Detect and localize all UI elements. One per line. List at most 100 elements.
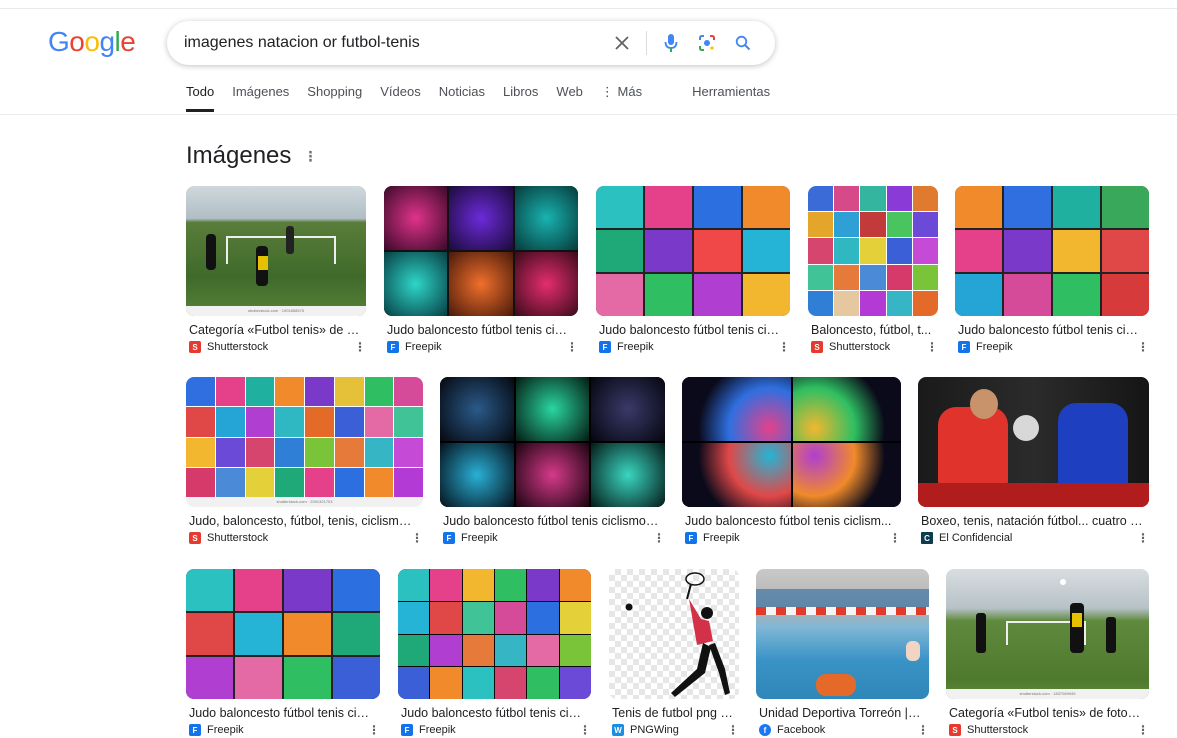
- shutterstock-icon: S: [189, 341, 201, 353]
- image-thumbnail[interactable]: [955, 186, 1149, 316]
- close-icon[interactable]: [610, 31, 634, 55]
- tab-libros[interactable]: Libros: [503, 84, 538, 109]
- image-result[interactable]: Boxeo, tenis, natación fútbol... cuatro …: [918, 377, 1149, 545]
- google-logo[interactable]: Google: [48, 26, 136, 58]
- freepik-icon: F: [958, 341, 970, 353]
- image-source: Freepik: [405, 341, 442, 353]
- freepik-icon: F: [599, 341, 611, 353]
- image-result[interactable]: shutterstock.com · 1837089949 Categoría …: [946, 569, 1149, 737]
- image-result[interactable]: Judo baloncesto fútbol tenis ciclismo ..…: [440, 377, 665, 545]
- search-box[interactable]: imagenes natacion or futbol-tenis: [167, 21, 775, 65]
- elconfidencial-icon: C: [921, 532, 933, 544]
- image-caption: Judo baloncesto fútbol tenis cicl...: [958, 323, 1145, 337]
- image-result[interactable]: shutterstock.com · 2091321703 Judo, balo…: [186, 377, 423, 545]
- shutterstock-icon: S: [949, 724, 961, 736]
- image-caption: Unidad Deportiva Torreón | T...: [759, 706, 928, 720]
- player-figure: [1070, 603, 1084, 653]
- search-tabs: Todo Imágenes Shopping Vídeos Noticias L…: [186, 84, 788, 116]
- boxer-blue: [1058, 403, 1128, 493]
- image-thumbnail[interactable]: shutterstock.com · 2091321703: [186, 377, 423, 507]
- tab-videos[interactable]: Vídeos: [380, 84, 420, 109]
- more-options-icon[interactable]: ⋮: [579, 723, 591, 737]
- tab-web[interactable]: Web: [556, 84, 583, 109]
- tab-herramientas[interactable]: Herramientas: [692, 84, 770, 109]
- more-options-icon[interactable]: ⋮: [917, 723, 929, 737]
- image-thumbnail[interactable]: [918, 377, 1149, 507]
- image-result[interactable]: Judo baloncesto fútbol tenis cicl... F Fr…: [384, 186, 578, 354]
- lane-rope: [756, 607, 929, 615]
- image-result[interactable]: Baloncesto, fútbol, t... S Shutterstock ⋮: [808, 186, 938, 354]
- more-options-icon[interactable]: ⋮: [778, 340, 790, 354]
- more-options-icon[interactable]: ⋮: [889, 531, 901, 545]
- image-result[interactable]: Judo baloncesto fútbol tenis cicl... F Fr…: [186, 569, 380, 737]
- watermark: shutterstock.com · 1901858575: [186, 306, 366, 316]
- image-result[interactable]: Judo baloncesto fútbol tenis ciclism... …: [682, 377, 901, 545]
- logo-letter: o: [84, 26, 100, 57]
- image-thumbnail[interactable]: shutterstock.com · 1901858575: [186, 186, 366, 316]
- logo-letter: g: [99, 26, 115, 57]
- tab-imagenes[interactable]: Imágenes: [232, 84, 289, 109]
- player-figure: [206, 234, 216, 270]
- image-source: Freepik: [461, 532, 498, 544]
- image-thumbnail[interactable]: [596, 186, 790, 316]
- image-caption: Categoría «Futbol tenis» de f...: [189, 323, 361, 337]
- image-caption: Judo baloncesto fútbol tenis ciclism...: [685, 514, 892, 528]
- freepik-icon: F: [189, 724, 201, 736]
- more-options-icon[interactable]: ⋮: [303, 148, 317, 165]
- freepik-icon: F: [401, 724, 413, 736]
- tab-noticias[interactable]: Noticias: [439, 84, 485, 109]
- freepik-icon: F: [685, 532, 697, 544]
- freepik-icon: F: [443, 532, 455, 544]
- top-divider: [0, 8, 1177, 9]
- more-options-icon[interactable]: ⋮: [411, 531, 423, 545]
- image-result[interactable]: Judo baloncesto fútbol tenis cicl... F Fr…: [596, 186, 790, 354]
- more-options-icon[interactable]: ⋮: [566, 340, 578, 354]
- image-caption: Judo baloncesto fútbol tenis cicl...: [599, 323, 786, 337]
- tab-mas[interactable]: ⋮ Más: [601, 84, 642, 110]
- boxer-red: [938, 407, 1008, 487]
- image-thumbnail[interactable]: [440, 377, 665, 507]
- image-caption: Judo baloncesto fútbol tenis cicl...: [189, 706, 376, 720]
- image-thumbnail[interactable]: [808, 186, 938, 316]
- shutterstock-icon: S: [189, 532, 201, 544]
- search-input[interactable]: imagenes natacion or futbol-tenis: [184, 34, 610, 52]
- net-shape: [226, 236, 336, 264]
- lens-icon[interactable]: [695, 31, 719, 55]
- pngwing-icon: W: [612, 724, 624, 736]
- image-caption: Tenis de futbol png i...: [612, 706, 734, 720]
- freepik-icon: F: [387, 341, 399, 353]
- image-thumbnail[interactable]: [384, 186, 578, 316]
- more-options-icon[interactable]: ⋮: [727, 723, 739, 737]
- image-result[interactable]: Judo baloncesto fútbol tenis cicl... F Fr…: [955, 186, 1149, 354]
- image-thumbnail[interactable]: [756, 569, 929, 699]
- image-result[interactable]: shutterstock.com · 1901858575 Categoría …: [186, 186, 366, 354]
- watermark: shutterstock.com · 2091321703: [186, 497, 423, 507]
- more-options-icon[interactable]: ⋮: [368, 723, 380, 737]
- image-caption: Categoría «Futbol tenis» de fotos ...: [949, 706, 1148, 720]
- more-options-icon[interactable]: ⋮: [1137, 531, 1149, 545]
- more-options-icon[interactable]: ⋮: [653, 531, 665, 545]
- search-icon[interactable]: [731, 31, 755, 55]
- image-source: Freepik: [703, 532, 740, 544]
- image-thumbnail[interactable]: shutterstock.com · 1837089949: [946, 569, 1149, 699]
- image-result[interactable]: Tenis de futbol png i... W PNGWing ⋮: [609, 569, 739, 737]
- image-thumbnail[interactable]: [186, 569, 380, 699]
- more-options-icon[interactable]: ⋮: [926, 340, 938, 354]
- image-result[interactable]: Judo baloncesto fútbol tenis cic... F Fre…: [398, 569, 591, 737]
- image-source: Shutterstock: [207, 532, 269, 544]
- image-thumbnail[interactable]: [609, 569, 739, 699]
- image-thumbnail[interactable]: [682, 377, 901, 507]
- tab-shopping[interactable]: Shopping: [307, 84, 362, 109]
- logo-letter: e: [120, 26, 136, 57]
- image-source: Shutterstock: [207, 341, 269, 353]
- swimmer: [906, 641, 920, 661]
- shutterstock-icon: S: [811, 341, 823, 353]
- tab-todo[interactable]: Todo: [186, 84, 215, 112]
- image-thumbnail[interactable]: [398, 569, 591, 699]
- image-caption: Judo baloncesto fútbol tenis ciclismo ..…: [443, 514, 660, 528]
- image-result[interactable]: Unidad Deportiva Torreón | T... f Faceboo…: [756, 569, 929, 737]
- mic-icon[interactable]: [659, 31, 683, 55]
- more-options-icon[interactable]: ⋮: [1137, 723, 1149, 737]
- more-options-icon[interactable]: ⋮: [1137, 340, 1149, 354]
- more-options-icon[interactable]: ⋮: [354, 340, 366, 354]
